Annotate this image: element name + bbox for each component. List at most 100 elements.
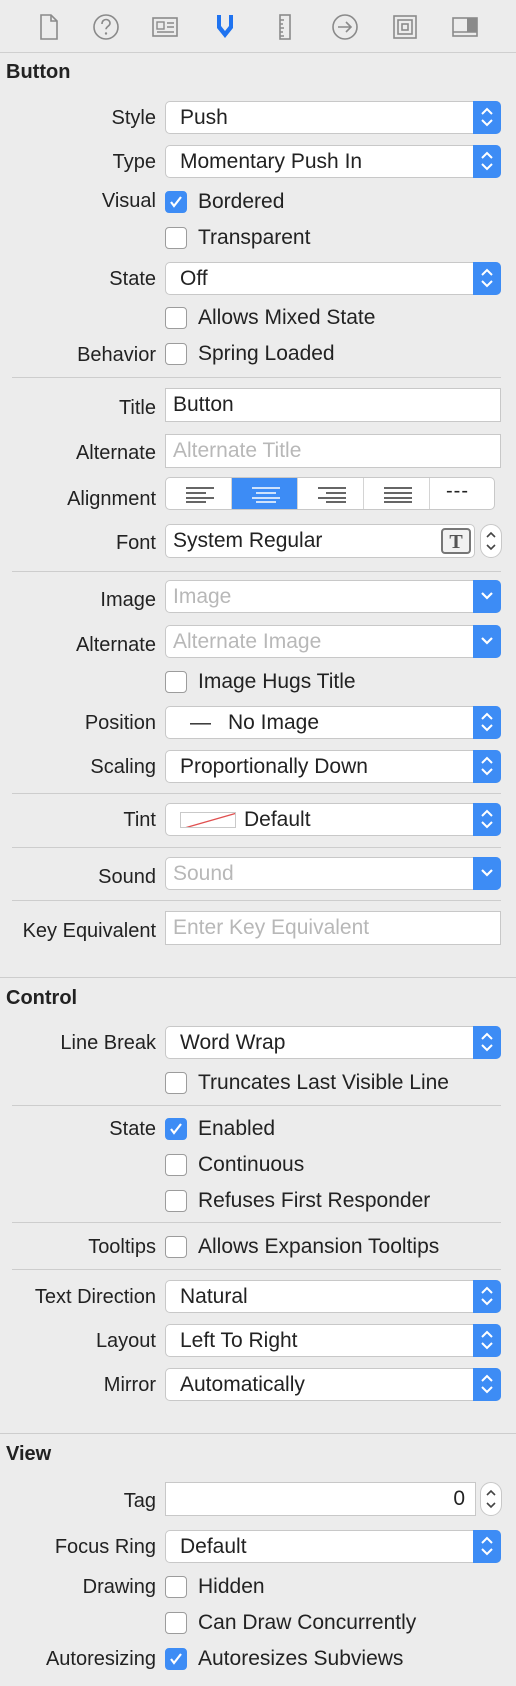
key-equivalent-field[interactable]: Enter Key Equivalent — [165, 911, 501, 945]
align-left-button[interactable] — [166, 478, 232, 509]
alternate-label: Alternate — [75, 442, 156, 464]
help-icon[interactable] — [89, 10, 123, 44]
layout-popup[interactable]: Left To Right — [165, 1324, 501, 1357]
updown-arrows-icon — [473, 1280, 501, 1313]
text-direction-label: Text Direction — [34, 1286, 156, 1308]
updown-arrows-icon — [473, 101, 501, 134]
updown-arrows-icon — [473, 145, 501, 178]
refuses-first-responder-checkbox[interactable] — [165, 1190, 187, 1212]
focus-ring-popup[interactable]: Default — [165, 1530, 501, 1563]
focus-ring-value: Default — [180, 1535, 247, 1558]
title-label: Title — [118, 397, 156, 419]
section-divider — [0, 977, 516, 978]
line-break-label: Line Break — [60, 1032, 156, 1054]
autoresizes-subviews-label: Autoresizes Subviews — [198, 1647, 404, 1670]
updown-arrows-icon — [473, 1530, 501, 1563]
chevron-down-icon[interactable] — [473, 580, 501, 613]
spring-loaded-label: Spring Loaded — [198, 342, 335, 365]
inspector-tab-bar — [0, 0, 516, 53]
tooltips-label: Tooltips — [88, 1236, 156, 1258]
scaling-popup[interactable]: Proportionally Down — [165, 750, 501, 783]
attributes-icon[interactable] — [208, 10, 242, 44]
section-title-button: Button — [6, 61, 71, 83]
sound-label: Sound — [98, 866, 156, 888]
alternate-title-field[interactable]: Alternate Title — [165, 434, 501, 468]
text-direction-popup[interactable]: Natural — [165, 1280, 501, 1313]
effects-icon[interactable] — [448, 10, 482, 44]
sound-placeholder: Sound — [173, 862, 234, 885]
truncates-checkbox[interactable] — [165, 1072, 187, 1094]
tag-field[interactable]: 0 — [165, 1482, 476, 1516]
hidden-label: Hidden — [198, 1575, 265, 1598]
ruler-icon[interactable] — [268, 10, 302, 44]
align-justified-icon — [384, 487, 412, 503]
transparent-checkbox[interactable] — [165, 227, 187, 249]
line-break-value: Word Wrap — [180, 1031, 286, 1054]
tint-swatch — [180, 812, 236, 828]
connections-icon[interactable] — [328, 10, 362, 44]
tag-label: Tag — [123, 1490, 156, 1512]
divider — [12, 1269, 501, 1270]
title-value: Button — [173, 393, 234, 416]
position-value: No Image — [228, 711, 320, 734]
autoresizes-subviews-checkbox[interactable] — [165, 1648, 187, 1670]
font-field[interactable]: System Regular T — [165, 524, 475, 558]
spring-loaded-checkbox[interactable] — [165, 343, 187, 365]
align-center-button[interactable] — [232, 478, 298, 509]
font-icon[interactable]: T — [441, 528, 471, 554]
image-hugs-checkbox[interactable] — [165, 671, 187, 693]
key-equivalent-label: Key Equivalent — [22, 920, 156, 942]
behavior-label: Behavior — [77, 344, 156, 366]
updown-arrows-icon — [473, 803, 501, 836]
identity-icon[interactable] — [148, 10, 182, 44]
align-right-button[interactable] — [298, 478, 364, 509]
divider — [12, 377, 501, 378]
image-combo[interactable]: Image — [165, 580, 501, 613]
tag-value: 0 — [453, 1487, 465, 1510]
updown-arrows-icon — [473, 750, 501, 783]
title-field[interactable]: Button — [165, 388, 501, 422]
align-justified-button[interactable] — [364, 478, 430, 509]
align-right-icon — [318, 487, 346, 503]
hidden-checkbox[interactable] — [165, 1576, 187, 1598]
bordered-checkbox[interactable] — [165, 191, 187, 213]
divider — [12, 847, 501, 848]
style-popup[interactable]: Push — [165, 101, 501, 134]
svg-text:T: T — [449, 531, 463, 552]
continuous-checkbox[interactable] — [165, 1154, 187, 1176]
file-icon[interactable] — [31, 10, 65, 44]
font-value: System Regular — [173, 529, 323, 552]
font-label: Font — [115, 532, 156, 554]
updown-arrows-icon — [473, 262, 501, 295]
allows-mixed-checkbox[interactable] — [165, 307, 187, 329]
expansion-tooltips-checkbox[interactable] — [165, 1236, 187, 1258]
chevron-down-icon[interactable] — [473, 625, 501, 658]
sound-combo[interactable]: Sound — [165, 857, 501, 890]
align-left-icon — [186, 487, 214, 503]
continuous-label: Continuous — [198, 1153, 305, 1176]
tag-stepper[interactable] — [480, 1482, 502, 1516]
position-popup[interactable]: — No Image — [165, 706, 501, 739]
state-popup[interactable]: Off — [165, 262, 501, 295]
alignment-segmented-control: --- — [165, 477, 495, 510]
mirror-popup[interactable]: Automatically — [165, 1368, 501, 1401]
updown-arrows-icon — [473, 1026, 501, 1059]
font-size-stepper[interactable] — [480, 524, 502, 558]
type-popup[interactable]: Momentary Push In — [165, 145, 501, 178]
position-dash: — — [190, 711, 211, 734]
align-natural-button[interactable]: --- — [430, 478, 494, 509]
can-draw-concurrently-label: Can Draw Concurrently — [198, 1611, 417, 1634]
alternate-image-combo[interactable]: Alternate Image — [165, 625, 501, 658]
layout-label: Layout — [95, 1330, 156, 1352]
can-draw-concurrently-checkbox[interactable] — [165, 1612, 187, 1634]
scaling-label: Scaling — [90, 756, 156, 778]
chevron-down-icon[interactable] — [473, 857, 501, 890]
alignment-label: Alignment — [67, 488, 156, 510]
style-value: Push — [180, 106, 228, 129]
updown-arrows-icon — [473, 1324, 501, 1357]
tint-popup[interactable]: Default — [165, 803, 501, 836]
line-break-popup[interactable]: Word Wrap — [165, 1026, 501, 1059]
bindings-icon[interactable] — [388, 10, 422, 44]
enabled-checkbox[interactable] — [165, 1118, 187, 1140]
divider — [12, 900, 501, 901]
